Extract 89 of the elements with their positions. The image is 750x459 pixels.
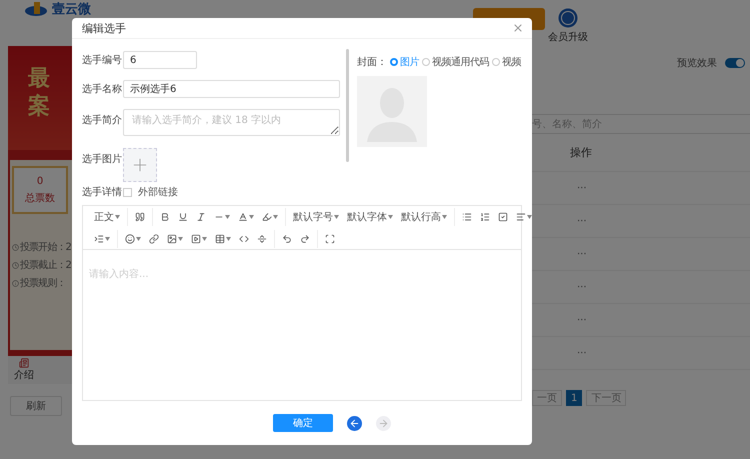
more-actions-button[interactable]: ··· <box>577 182 587 194</box>
caret-icon <box>226 236 231 240</box>
checkbox-label: 外部链接 <box>138 186 178 199</box>
caret-icon <box>202 236 207 240</box>
radio-option[interactable]: 图片 <box>390 55 419 69</box>
logo-icon <box>25 2 49 17</box>
next-page-button[interactable]: 下一页 <box>586 390 626 406</box>
logo-text: 壹云微 <box>52 2 91 17</box>
toolbar-dropdown[interactable]: 正文 <box>91 208 123 226</box>
arrow-right-icon <box>378 418 389 428</box>
redo-icon <box>300 234 310 244</box>
align-icon <box>516 212 526 222</box>
back-arrow-button[interactable] <box>347 416 362 430</box>
close-icon[interactable] <box>512 22 524 34</box>
page-button[interactable]: 1 <box>566 390 582 406</box>
caret-icon <box>388 215 393 219</box>
bullet-list-icon <box>462 212 472 222</box>
field-label: 选手名称 <box>82 82 123 96</box>
member-upgrade-link[interactable]: 会员升级 <box>548 30 588 44</box>
text-input[interactable]: 6 <box>123 51 197 69</box>
field-label: 选手图片 <box>82 152 123 166</box>
table-icon <box>215 234 225 244</box>
scrollbar[interactable] <box>346 49 349 162</box>
caret-icon <box>273 215 278 219</box>
emoji-icon <box>125 234 135 244</box>
caret-icon <box>442 215 447 219</box>
avatar-placeholder <box>357 76 427 147</box>
caret-icon <box>249 215 254 219</box>
code-icon <box>239 234 249 244</box>
caret-icon <box>136 236 141 240</box>
highlight-icon <box>262 212 272 222</box>
more-actions-button[interactable]: ··· <box>577 216 587 226</box>
caret-icon <box>225 215 230 219</box>
vip-badge-icon[interactable] <box>558 8 578 28</box>
intro-tab[interactable]: 介绍 <box>14 358 34 382</box>
vote-info: 投票规则： <box>20 276 66 290</box>
toolbar-dropdown[interactable]: 默认字体 <box>344 208 396 226</box>
more-actions-button[interactable]: ··· <box>577 348 587 358</box>
more-actions-button[interactable]: ··· <box>577 314 587 326</box>
banner-title: 案 <box>28 94 51 120</box>
confirm-button[interactable]: 确定 <box>273 414 333 432</box>
vote-count: 0 <box>36 176 44 186</box>
caret-icon <box>334 215 339 219</box>
vote-info: 投票截止：2 <box>20 258 71 272</box>
checkbox[interactable] <box>123 188 132 196</box>
arrow-left-icon <box>349 418 360 428</box>
numbered-list-icon <box>480 212 490 222</box>
clock-icon <box>12 262 19 268</box>
field-label: 选手编号 <box>82 54 123 67</box>
bold-icon <box>160 212 170 222</box>
text-input[interactable]: 示例选手6 <box>123 80 340 98</box>
intro-textarea[interactable]: 请输入选手简介，建议 18 字以内 <box>123 109 340 136</box>
cover-label: 封面： <box>357 56 387 69</box>
checklist-icon <box>498 212 508 222</box>
fullscreen-icon <box>325 234 335 244</box>
more-actions-button[interactable]: ··· <box>577 248 587 260</box>
video-icon <box>191 234 201 244</box>
field-label: 选手简介 <box>82 114 123 127</box>
prev-page-button[interactable]: 一页 <box>532 390 562 406</box>
field-label: 选手详情 <box>82 186 123 199</box>
caret-icon <box>527 215 532 219</box>
toggle-label: 预览效果 <box>677 57 717 70</box>
clock-icon <box>12 244 19 250</box>
article-icon <box>19 358 29 368</box>
toolbar-dropdown[interactable]: 默认行高 <box>398 208 450 226</box>
preview-switch[interactable] <box>725 58 745 68</box>
divider-icon <box>257 234 267 244</box>
vote-info: 投票开始：2 <box>20 240 71 254</box>
image-icon <box>167 234 177 244</box>
caret-icon <box>115 215 120 219</box>
dialog-title: 编辑选手 <box>82 20 126 36</box>
undo-icon <box>282 234 292 244</box>
underline-icon <box>178 212 188 222</box>
toolbar-dropdown[interactable]: 默认字号 <box>290 208 342 226</box>
radio-option[interactable]: 视频通用代码 <box>422 55 489 69</box>
banner-title: 最 <box>28 66 51 92</box>
quote-icon <box>135 212 145 222</box>
column-header: 操作 <box>570 145 592 160</box>
vote-count-label: 总票数 <box>25 192 55 204</box>
radio-option[interactable]: 视频 <box>492 55 521 69</box>
font-color-icon <box>238 212 248 222</box>
more-actions-button[interactable]: ··· <box>577 282 587 292</box>
link-icon <box>149 234 159 244</box>
italic-icon <box>196 212 206 222</box>
caret-icon <box>105 236 110 240</box>
refresh-button[interactable]: 刷新 <box>10 396 62 416</box>
indent-icon <box>94 234 104 244</box>
info-icon <box>12 280 19 286</box>
caret-icon <box>178 236 183 240</box>
